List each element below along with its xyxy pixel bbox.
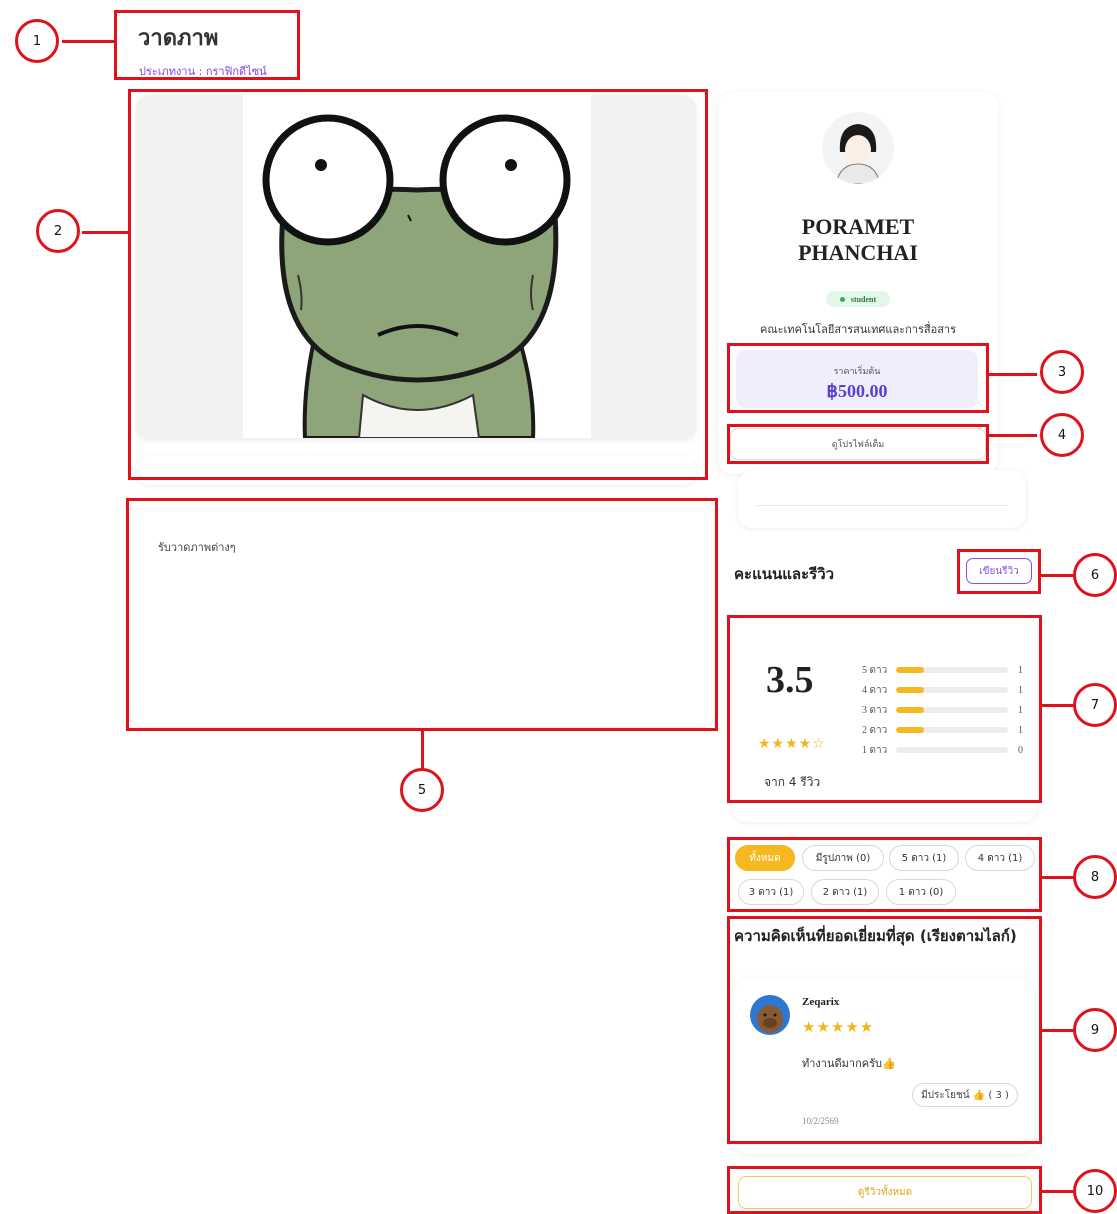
callout-10: 10 — [1073, 1169, 1117, 1213]
profile-name: PORAMET PHANCHAI — [798, 214, 918, 265]
annotation-box-5 — [126, 498, 718, 731]
annotation-box-3 — [727, 343, 989, 413]
callout-5: 5 — [400, 768, 444, 812]
connector-2 — [82, 231, 130, 234]
annotation-box-10 — [727, 1166, 1042, 1214]
connector-7 — [1040, 704, 1076, 707]
status-dot-icon — [839, 296, 845, 302]
connector-10 — [1040, 1190, 1076, 1193]
divider — [756, 505, 1008, 506]
callout-2: 2 — [36, 209, 80, 253]
callout-4: 4 — [1040, 413, 1084, 457]
callout-8: 8 — [1073, 855, 1117, 899]
callout-7: 7 — [1073, 683, 1117, 727]
annotation-box-2 — [128, 89, 708, 480]
connector-8 — [1040, 876, 1076, 879]
connector-5 — [421, 729, 424, 769]
connector-3 — [987, 373, 1037, 376]
avatar[interactable] — [822, 112, 894, 184]
profile-card-footer — [738, 470, 1026, 528]
connector-6 — [1039, 574, 1075, 577]
connector-4 — [987, 434, 1037, 437]
callout-9: 9 — [1073, 1008, 1117, 1052]
reviews-heading: คะแนนและรีวิว — [734, 565, 835, 583]
callout-1: 1 — [15, 19, 59, 63]
callout-6: 6 — [1073, 553, 1117, 597]
annotation-box-6 — [957, 549, 1041, 594]
connector-1 — [62, 40, 116, 43]
faculty-label: คณะเทคโนโลยีสารสนเทศและการสื่อสาร — [760, 323, 956, 336]
status-badge: student — [826, 291, 890, 307]
callout-3: 3 — [1040, 350, 1084, 394]
annotation-box-7 — [727, 615, 1042, 803]
annotation-box-1 — [114, 10, 300, 80]
annotation-box-4 — [727, 424, 989, 464]
profile-card: PORAMET PHANCHAI student คณะเทคโนโลยีสาร… — [718, 92, 998, 474]
annotation-box-8 — [727, 837, 1042, 912]
annotation-box-9 — [727, 916, 1042, 1144]
connector-9 — [1040, 1029, 1076, 1032]
